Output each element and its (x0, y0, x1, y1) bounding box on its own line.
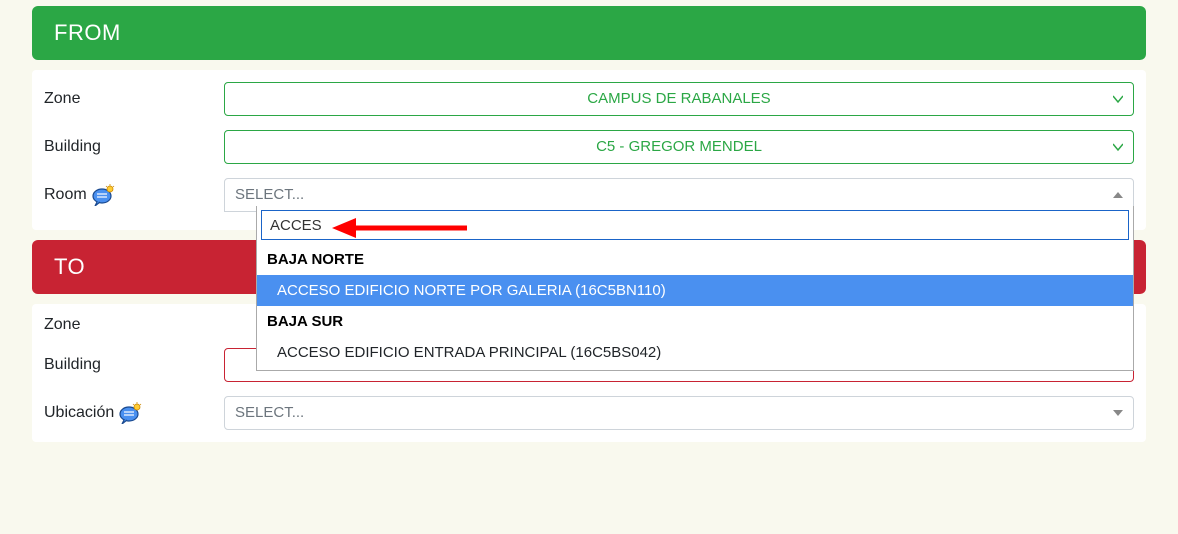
from-header: FROM (32, 6, 1146, 60)
option-item-text: ACCESO EDIFICIO NORTE POR GALERIA (16C5B… (277, 282, 666, 299)
to-ubicacion-placeholder: SELECT... (235, 404, 304, 421)
from-zone-row: Zone CAMPUS DE RABANALES (44, 82, 1134, 116)
from-header-title: FROM (54, 20, 121, 45)
to-ubicacion-select[interactable]: SELECT... (224, 396, 1134, 430)
from-building-row: Building C5 - GREGOR MENDEL (44, 130, 1134, 164)
from-building-value: C5 - GREGOR MENDEL (596, 138, 762, 155)
room-search-input[interactable] (261, 210, 1129, 240)
chat-idea-icon[interactable] (118, 402, 144, 424)
option-item-text: ACCESO EDIFICIO ENTRADA PRINCIPAL (16C5B… (277, 344, 661, 361)
from-room-dropdown: BAJA NORTE ACCESO EDIFICIO NORTE POR GAL… (256, 206, 1134, 371)
chevron-up-icon (1113, 190, 1123, 200)
to-ubicacion-row: Ubicación SELECT... (44, 396, 1134, 430)
chevron-down-icon (1113, 408, 1123, 418)
to-header-title: TO (54, 254, 85, 279)
option-group: BAJA NORTE (257, 244, 1133, 275)
from-room-placeholder: SELECT... (235, 186, 304, 203)
from-zone-value: CAMPUS DE RABANALES (587, 90, 770, 107)
dropdown-search-wrap (257, 206, 1133, 244)
from-building-label: Building (44, 138, 224, 156)
from-building-select[interactable]: C5 - GREGOR MENDEL (224, 130, 1134, 164)
from-room-label: Room (44, 184, 224, 206)
chevron-down-icon (1113, 142, 1123, 152)
from-panel: Zone CAMPUS DE RABANALES Building C5 - G… (32, 70, 1146, 230)
chevron-down-icon (1113, 94, 1123, 104)
option-item[interactable]: ACCESO EDIFICIO ENTRADA PRINCIPAL (16C5B… (257, 337, 1133, 368)
option-group: BAJA SUR (257, 306, 1133, 337)
to-ubicacion-label-text: Ubicación (44, 404, 114, 422)
from-zone-label-text: Zone (44, 90, 80, 108)
from-room-label-text: Room (44, 186, 87, 204)
to-ubicacion-label: Ubicación (44, 402, 224, 424)
to-zone-label: Zone (44, 316, 224, 334)
from-zone-select[interactable]: CAMPUS DE RABANALES (224, 82, 1134, 116)
from-zone-label: Zone (44, 90, 224, 108)
option-group-label: BAJA SUR (267, 313, 343, 330)
chat-idea-icon[interactable] (91, 184, 117, 206)
to-building-label: Building (44, 356, 224, 374)
from-building-label-text: Building (44, 138, 101, 156)
option-group-label: BAJA NORTE (267, 251, 364, 268)
option-item[interactable]: ACCESO EDIFICIO NORTE POR GALERIA (16C5B… (257, 275, 1133, 306)
to-zone-label-text: Zone (44, 316, 80, 334)
to-building-label-text: Building (44, 356, 101, 374)
